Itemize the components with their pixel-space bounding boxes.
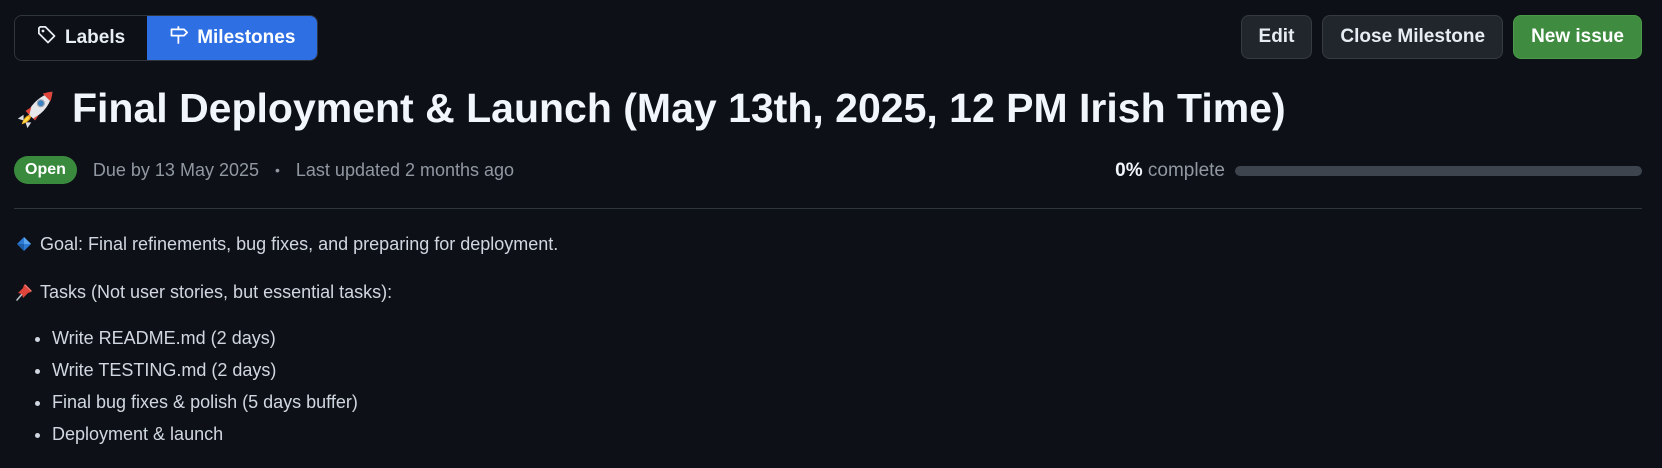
status-badge: Open <box>14 156 77 184</box>
tab-labels-label: Labels <box>65 27 126 48</box>
meta-separator: • <box>275 162 280 178</box>
labels-milestones-toggle: Labels Milestones <box>14 15 319 61</box>
tasks-heading: Tasks (Not user stories, but essential t… <box>40 281 393 302</box>
milestone-meta: Open Due by 13 May 2025 • Last updated 2… <box>14 156 514 184</box>
progress-complete-label: complete <box>1147 160 1225 181</box>
new-issue-button[interactable]: New issue <box>1513 15 1642 59</box>
progress-bar <box>1235 166 1642 176</box>
tasks-heading-line: Tasks (Not user stories, but essential t… <box>14 278 558 306</box>
rocket-icon <box>14 86 60 132</box>
list-item: Write README.md (2 days) <box>52 322 558 354</box>
milestone-title: Final Deployment & Launch (May 13th, 202… <box>72 85 1286 131</box>
close-milestone-button[interactable]: Close Milestone <box>1322 15 1504 59</box>
last-updated: Last updated 2 months ago <box>295 159 515 180</box>
goal-line: Goal: Final refinements, bug fixes, and … <box>14 230 558 258</box>
tab-milestones[interactable]: Milestones <box>147 16 318 60</box>
milestone-description: Goal: Final refinements, bug fixes, and … <box>14 230 558 450</box>
list-item: Write TESTING.md (2 days) <box>52 354 558 386</box>
edit-button[interactable]: Edit <box>1240 15 1313 59</box>
progress-percent: 0% <box>1115 160 1143 181</box>
pushpin-icon <box>14 282 34 302</box>
list-item: Final bug fixes & polish (5 days buffer) <box>52 386 558 418</box>
list-item: Deployment & launch <box>52 418 558 450</box>
milestone-actions: Edit Close Milestone New issue <box>1240 15 1642 59</box>
tab-milestones-label: Milestones <box>197 27 296 48</box>
blue-diamond-icon <box>14 234 34 254</box>
milestone-progress: 0% complete <box>1115 160 1642 182</box>
tab-labels[interactable]: Labels <box>15 16 148 60</box>
task-list: Write README.md (2 days) Write TESTING.m… <box>14 322 558 450</box>
due-date: Due by 13 May 2025 <box>92 159 259 180</box>
milestone-icon <box>169 25 189 51</box>
divider <box>14 208 1642 209</box>
tag-icon <box>37 25 57 51</box>
page-title: Final Deployment & Launch (May 13th, 202… <box>14 85 1286 132</box>
milestone-page: Labels Milestones Edit Close Milestone N… <box>0 0 1662 468</box>
goal-text: Goal: Final refinements, bug fixes, and … <box>40 233 559 254</box>
